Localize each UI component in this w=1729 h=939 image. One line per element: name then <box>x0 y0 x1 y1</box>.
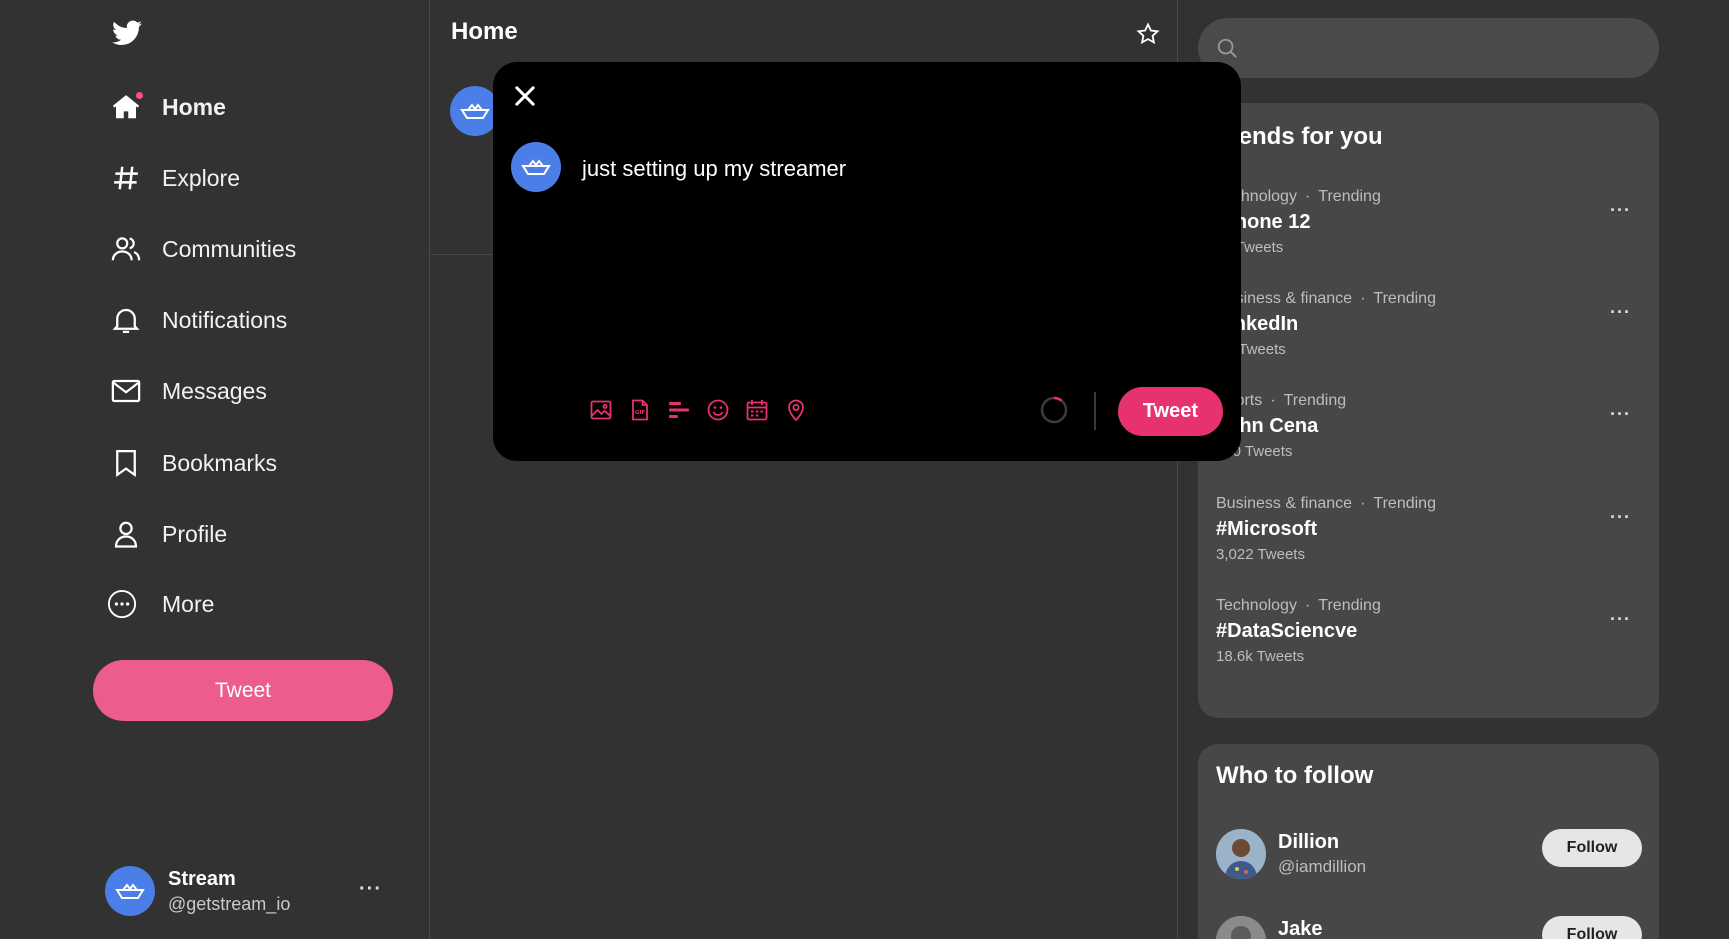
user-name: Dillion <box>1278 831 1340 853</box>
svg-text:GIF: GIF <box>635 410 646 416</box>
twitter-bird-icon[interactable] <box>112 20 142 46</box>
hashtag-icon <box>110 162 142 194</box>
trends-panel: Trends for you Technology · Trending iPhon… <box>1198 103 1659 718</box>
app-root: Home Explore Communities Notifications M… <box>0 0 1729 939</box>
toolbar-divider <box>1094 392 1096 430</box>
paper-boat-icon <box>115 883 145 899</box>
nav-item-label: Notifications <box>162 306 288 333</box>
nav-item-more[interactable]: More <box>107 584 215 624</box>
trends-title: Trends for you <box>1216 123 1383 150</box>
trend-topic: iPhone 12 <box>1216 211 1311 233</box>
trend-item[interactable]: Business & finance · Trending #Microsoft 3… <box>1216 495 1641 585</box>
nav-item-label: Communities <box>162 235 297 262</box>
character-count-ring-icon <box>1040 396 1068 424</box>
nav-item-notifications[interactable]: Notifications <box>110 300 287 340</box>
paper-boat-icon <box>460 103 490 119</box>
who-to-follow-title: Who to follow <box>1216 762 1374 789</box>
trend-category: Business & finance <box>1216 495 1353 512</box>
trend-status: Trending <box>1373 290 1436 307</box>
nav-item-bookmarks[interactable]: Bookmarks <box>110 443 277 483</box>
nav-item-label: Bookmarks <box>162 449 278 476</box>
compose-textarea[interactable]: just setting up my streamer <box>582 156 846 182</box>
follow-suggestion[interactable]: Dillion @iamdillion Follow <box>1216 829 1642 881</box>
mail-icon <box>110 375 142 407</box>
nav-item-profile[interactable]: Profile <box>110 514 227 554</box>
trend-count: 18.6k Tweets <box>1216 648 1305 665</box>
compose-avatar <box>511 142 561 192</box>
nav-item-explore[interactable]: Explore <box>110 158 240 198</box>
trend-more-icon[interactable]: ··· <box>1610 302 1631 323</box>
nav-item-label: Profile <box>162 520 228 547</box>
trend-count: 3,022 Tweets <box>1216 546 1305 563</box>
left-sidebar: Home Explore Communities Notifications M… <box>0 0 430 939</box>
account-handle: @getstream_io <box>168 894 291 914</box>
nav-item-label: More <box>162 590 215 617</box>
trend-more-icon[interactable]: ··· <box>1610 404 1631 425</box>
communities-icon <box>110 233 142 265</box>
avatar <box>1216 829 1266 879</box>
sidebar-tweet-button[interactable]: Tweet <box>93 660 393 721</box>
compose-tweet-modal: just setting up my streamer GIF Tweet <box>493 62 1241 461</box>
trend-topic: #Microsoft <box>1216 518 1318 540</box>
trend-count: 1K Tweets <box>1216 341 1286 358</box>
follow-button[interactable]: Follow <box>1542 916 1642 939</box>
follow-button[interactable]: Follow <box>1542 829 1642 867</box>
schedule-icon[interactable] <box>743 396 771 424</box>
trend-count: 400 Tweets <box>1216 443 1293 460</box>
trend-more-icon[interactable]: ··· <box>1610 200 1631 221</box>
page-title: Home <box>451 18 518 45</box>
trend-status: Trending <box>1318 188 1381 205</box>
trend-more-icon[interactable]: ··· <box>1610 507 1631 528</box>
trend-status: Trending <box>1373 495 1436 512</box>
nav-item-home[interactable]: Home <box>110 87 226 127</box>
profile-icon <box>110 518 142 550</box>
trend-item[interactable]: Sports·Trending John Cena 400 Tweets ··· <box>1216 392 1641 482</box>
location-icon[interactable] <box>782 396 810 424</box>
avatar <box>1216 916 1266 939</box>
bell-icon <box>110 304 142 336</box>
user-name: Jake <box>1278 918 1323 939</box>
user-handle: @iamdillion <box>1278 857 1367 876</box>
star-icon[interactable] <box>1136 22 1160 46</box>
trend-item[interactable]: Technology · Trending iPhone 12 4k Tweets … <box>1216 188 1641 278</box>
trend-count: 4k Tweets <box>1216 239 1284 256</box>
nav-item-label: Home <box>162 93 226 120</box>
who-to-follow-panel: Who to follow Dillion @iamdillion Follow… <box>1198 744 1659 939</box>
trend-topic: LinkedIn <box>1216 313 1299 335</box>
home-icon <box>110 91 143 123</box>
more-circle-icon <box>106 588 138 620</box>
right-sidebar: Trends for you Technology · Trending iPhon… <box>1198 0 1660 939</box>
nav-item-label: Explore <box>162 164 240 191</box>
submit-tweet-button[interactable]: Tweet <box>1118 387 1223 436</box>
follow-suggestion[interactable]: Jake Follow <box>1216 916 1642 939</box>
account-more-icon[interactable]: ··· <box>359 878 382 901</box>
trend-item[interactable]: Business & finance · Trending LinkedIn 1K … <box>1216 290 1641 380</box>
trend-more-icon[interactable]: ··· <box>1610 609 1631 630</box>
gif-icon[interactable]: GIF <box>626 396 654 424</box>
search-input[interactable] <box>1250 38 1630 58</box>
trend-item[interactable]: Technology · Trending #DataSciencve 18.6k … <box>1216 597 1641 687</box>
nav-item-messages[interactable]: Messages <box>110 371 267 411</box>
nav-item-communities[interactable]: Communities <box>110 229 296 269</box>
image-icon[interactable] <box>587 396 615 424</box>
close-icon[interactable] <box>511 82 539 110</box>
bookmark-icon <box>110 447 142 479</box>
emoji-icon[interactable] <box>704 396 732 424</box>
trend-topic: John Cena <box>1216 415 1319 437</box>
search-bar[interactable] <box>1198 18 1659 78</box>
compose-toolbar: GIF <box>587 396 821 424</box>
account-avatar <box>105 866 155 916</box>
trend-status: Trending <box>1283 392 1347 409</box>
trend-status: Trending <box>1318 597 1381 614</box>
search-icon <box>1217 38 1237 58</box>
trend-topic: #DataSciencve <box>1216 620 1358 642</box>
notification-dot <box>136 92 143 99</box>
trend-category: Technology <box>1216 597 1297 614</box>
account-name: Stream <box>168 868 236 890</box>
nav-item-label: Messages <box>162 377 267 404</box>
poll-icon[interactable] <box>665 396 693 424</box>
account-switcher[interactable]: Stream @getstream_io ··· <box>105 866 395 916</box>
paper-boat-icon <box>521 159 551 175</box>
